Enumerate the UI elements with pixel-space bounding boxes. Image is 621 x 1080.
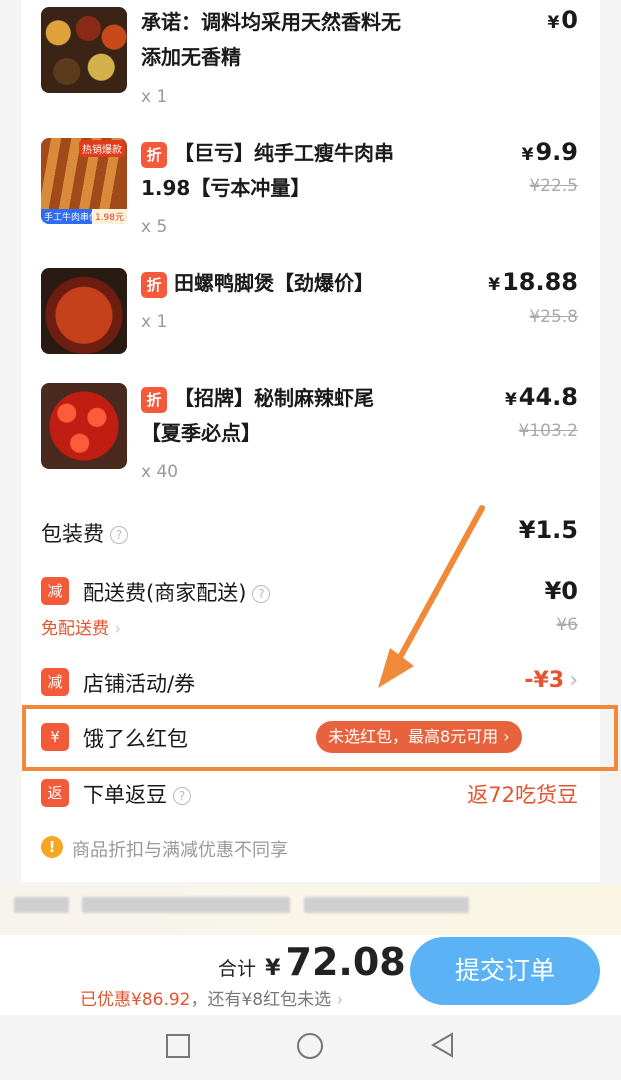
free-delivery-link[interactable]: 免配送费 ›: [41, 614, 121, 639]
delivery-fee-label: 配送费(商家配送): [83, 581, 247, 605]
item-2-name: 折 【巨亏】纯手工瘦牛肉串 1.98【亏本冲量】: [141, 141, 394, 200]
store-discount-tag: 减: [41, 668, 69, 696]
hot-badge: 热销爆款: [79, 140, 125, 157]
discount-tag: 折: [141, 142, 167, 168]
chevron-right-icon: ›: [503, 727, 510, 746]
item-4-name: 折 【招牌】秘制麻辣虾尾 【夏季必点】: [141, 386, 374, 445]
delivery-discount-tag: 减: [41, 577, 69, 605]
item-2-qty: x 5: [141, 217, 168, 237]
chevron-right-icon: ›: [114, 619, 122, 639]
total-value: 72.08: [285, 940, 406, 984]
chevron-right-icon: ›: [569, 668, 578, 693]
home-icon[interactable]: [297, 1033, 323, 1059]
bean-return-value: 返72吃货豆: [467, 783, 578, 807]
item-4-price: ¥44.8: [504, 383, 578, 411]
item-4-qty: x 40: [141, 462, 179, 482]
blurred-text: [82, 897, 290, 913]
item-2-price: ¥9.9: [521, 138, 578, 166]
arrow-annotation: [378, 505, 485, 688]
help-icon[interactable]: ?: [173, 787, 191, 805]
recent-apps-icon[interactable]: [166, 1034, 190, 1058]
savings-info[interactable]: 已优惠¥86.92，还有¥8红包未选 ›: [80, 985, 343, 1010]
submit-order-button[interactable]: 提交订单: [410, 937, 600, 1005]
remaining-redpacket: ，还有¥8红包未选: [190, 990, 332, 1010]
help-icon[interactable]: ?: [110, 526, 128, 544]
redpacket-label: 饿了么红包: [83, 727, 188, 751]
store-promo-value: -¥3: [524, 668, 565, 693]
packing-fee-label: 包装费: [41, 522, 104, 546]
item-4-thumbnail[interactable]: [41, 383, 127, 469]
discount-tag: 折: [141, 272, 167, 298]
discount-tag: 折: [141, 387, 167, 413]
info-icon: !: [41, 836, 63, 858]
item-1-price: ¥0: [547, 6, 578, 34]
packing-fee-row: 包装费?: [41, 518, 128, 548]
bean-return-label: 下单返豆: [83, 783, 167, 807]
blurred-text: [304, 897, 469, 913]
item-2-thumbnail[interactable]: 热销爆款 手工牛肉串仅 1.98元: [41, 138, 127, 224]
saved-amount: 已优惠¥86.92: [80, 990, 191, 1010]
item-3-thumbnail[interactable]: [41, 268, 127, 354]
item-3-original-price: ¥25.8: [529, 307, 578, 327]
total-label: 合计: [218, 958, 257, 980]
item-3-qty: x 1: [141, 312, 168, 332]
blurred-text: [14, 897, 69, 913]
help-icon[interactable]: ?: [252, 585, 271, 603]
total-row: 合计 ¥ 72.08: [218, 940, 406, 984]
item-1-thumbnail[interactable]: [41, 7, 127, 93]
bean-return-row: 下单返豆?: [83, 779, 191, 809]
thumb-tag-right: 1.98元: [91, 209, 127, 224]
store-promo-label: 店铺活动/券: [83, 672, 196, 696]
bean-return-tag: 返: [41, 779, 69, 807]
discount-notice: 商品折扣与满减优惠不同享: [72, 840, 288, 861]
item-3-name: 折 田螺鸭脚煲【劲爆价】: [141, 266, 461, 301]
delivery-fee-row: 配送费(商家配送)?: [83, 577, 271, 607]
total-symbol: ¥: [265, 956, 281, 981]
redpacket-select-button[interactable]: 未选红包，最高8元可用 ›: [316, 721, 522, 753]
chevron-right-icon: ›: [336, 990, 344, 1010]
item-2-original-price: ¥22.5: [529, 176, 578, 196]
item-4-original-price: ¥103.2: [518, 421, 578, 441]
item-1-qty: x 1: [141, 87, 168, 107]
back-icon[interactable]: [430, 1032, 456, 1058]
item-3-price: ¥18.88: [488, 268, 578, 296]
redpacket-tag: ¥: [41, 723, 69, 751]
item-1-name: 承诺：调料均采用天然香料无 添加无香精: [141, 10, 401, 69]
